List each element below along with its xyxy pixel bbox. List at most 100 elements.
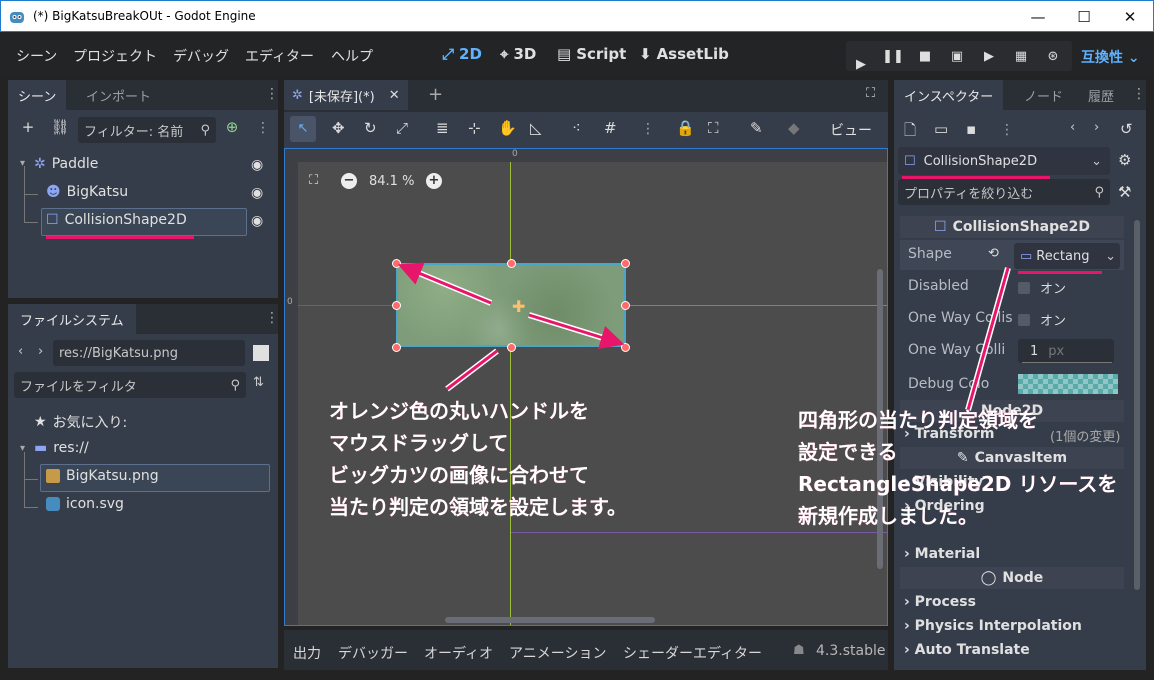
tree-node-paddle[interactable]: ✲ Paddle [34,156,98,172]
close-tab-icon[interactable]: ✕ [389,88,400,103]
camera-override-icon[interactable]: ◆ [788,119,800,137]
toggle-view-icon[interactable] [253,345,269,361]
link-icon[interactable]: ⛓ [50,118,70,136]
dock-menu-icon[interactable]: ⋮ [1132,86,1146,102]
new-resource-icon[interactable]: 🗋 [904,120,916,145]
view-menu-button[interactable]: ビュー [830,120,872,140]
prop-material[interactable]: › Material [904,546,980,562]
stop-icon[interactable]: ■ [912,43,938,69]
visibility-eye-icon[interactable]: ◉ [251,213,263,229]
pan-tool-icon[interactable]: ✋ [498,119,517,137]
mode-script-button[interactable]: ▤ Script [557,45,626,63]
tab-node[interactable]: ノード [1014,80,1073,110]
group-icon[interactable]: ⛶ [708,119,719,137]
sort-icon[interactable]: ⇅ [253,375,264,390]
back-icon[interactable]: ‹ [18,344,23,359]
tab-animation[interactable]: アニメーション [509,643,606,663]
tab-audio[interactable]: オーディオ [424,643,493,663]
forward-icon[interactable]: › [38,344,43,359]
inspector-menu-icon[interactable]: ⋮ [1000,122,1014,138]
play-custom-icon[interactable]: ▦ [1008,43,1034,69]
renderer-select[interactable]: 互換性 ⌄ [1081,47,1140,67]
tree-node-collisionshape2d[interactable]: ☐ CollisionShape2D [46,212,187,228]
section-node[interactable]: ◯ Node [900,567,1124,589]
mode-3d-button[interactable]: ⌖ 3D [500,45,536,63]
save-icon[interactable]: ▪ [966,120,976,138]
history-back-icon[interactable]: ‹ [1070,120,1075,135]
shape-resource-picker[interactable]: ▭ Rectang ⌄ [1014,243,1120,269]
collapse-icon[interactable]: ▾ [20,158,25,169]
path-field[interactable]: res://BigKatsu.png [53,340,245,366]
property-filter-input[interactable]: プロパティを絞り込む ⚲ [898,179,1110,205]
bone-icon[interactable]: ✎ [750,119,763,137]
inspector-scrollbar[interactable] [1134,220,1140,590]
tab-shader-editor[interactable]: シェーダーエディター [623,643,762,663]
scene-menu-icon[interactable]: ⋮ [256,120,270,136]
tab-import[interactable]: インポート [76,80,161,110]
select-tool-icon[interactable]: ↖ [290,116,316,142]
canvas-h-scrollbar[interactable] [445,617,655,623]
folder-res[interactable]: ▬ res:// [34,440,89,456]
object-history-icon[interactable]: ↺ [1120,120,1133,138]
tab-scene[interactable]: シーン [8,80,67,110]
tab-inspector[interactable]: インスペクター [894,80,1004,110]
smart-snap-icon[interactable]: ⁖ [572,119,581,137]
ruler-tool-icon[interactable]: ◺ [530,119,542,137]
menu-project[interactable]: プロジェクト [73,46,157,66]
prop-process[interactable]: › Process [904,594,976,610]
visibility-eye-icon[interactable]: ◉ [251,185,263,201]
menu-debug[interactable]: デバッグ [173,46,229,66]
canvas-viewport[interactable]: 0 0 ⛶ − 84.1 % + ✚ オレンジ色の丸いハンドルを マウスドラッグ… [284,148,888,626]
file-bigkatsu[interactable]: BigKatsu.png [46,468,159,484]
rotate-tool-icon[interactable]: ↻ [364,119,377,137]
scale-tool-icon[interactable]: ⤢ [396,119,408,137]
tab-debugger[interactable]: デバッガー [338,643,408,663]
close-button[interactable]: ✕ [1107,3,1153,31]
section-collisionshape2d[interactable]: ☐ CollisionShape2D [900,216,1124,238]
remote-debug-icon[interactable]: ▣ [944,43,970,69]
play-scene-icon[interactable]: ▶ [976,43,1002,69]
inspector-settings-icon[interactable]: ⚒ [1118,183,1131,201]
grid-snap-icon[interactable]: # [604,119,617,137]
scene-filter-input[interactable]: フィルター: 名前 ⚲ [78,117,216,143]
prop-auto-translate[interactable]: › Auto Translate [904,642,1030,658]
move-tool-icon[interactable]: ✥ [332,119,345,137]
distraction-free-icon[interactable]: ⛶ [866,86,875,101]
mode-assetlib-button[interactable]: ⬇ AssetLib [639,45,729,63]
movie-maker-icon[interactable]: ⊛ [1040,43,1066,69]
mode-2d-button[interactable]: ⤢ 2D [442,45,482,63]
menu-editor[interactable]: エディター [245,46,314,66]
add-node-icon[interactable]: + [18,118,38,136]
play-icon[interactable]: ▶ [848,51,874,77]
oneway-margin-input[interactable]: 1 px [1018,339,1114,363]
history-forward-icon[interactable]: › [1094,120,1099,135]
tab-history[interactable]: 履歴 [1078,80,1124,110]
tree-node-bigkatsu[interactable]: ☻ BigKatsu [46,184,128,200]
debug-color-picker[interactable] [1018,374,1118,394]
dock-menu-icon[interactable]: ⋮ [265,310,279,326]
maximize-button[interactable]: ☐ [1061,3,1107,31]
pivot-tool-icon[interactable]: ⊹ [468,119,481,137]
add-tab-icon[interactable]: + [428,84,443,105]
tab-filesystem[interactable]: ファイルシステム [8,304,136,334]
node-docs-icon[interactable]: ⚙ [1118,151,1131,169]
tab-unsaved-scene[interactable]: ✲ [未保存](*) ✕ [284,80,408,110]
node-selector[interactable]: ☐ CollisionShape2D ⌄ [898,147,1110,175]
menu-scene[interactable]: シーン [16,46,57,66]
instance-scene-icon[interactable]: ⊕ [222,118,242,136]
dock-menu-icon[interactable]: ⋮ [265,86,279,102]
menu-help[interactable]: ヘルプ [331,46,373,66]
list-select-icon[interactable]: ≣ [436,119,449,137]
visibility-eye-icon[interactable]: ◉ [251,157,263,173]
prop-physics-interpolation[interactable]: › Physics Interpolation [904,618,1082,634]
file-icon-svg[interactable]: icon.svg [46,496,124,512]
tab-output[interactable]: 出力 [293,643,321,663]
open-folder-icon[interactable]: ▭ [934,120,948,138]
favorites-item[interactable]: ★ お気に入り: [34,412,127,432]
file-filter-input[interactable]: ファイルをフィルタ ⚲ [14,372,246,398]
pause-icon[interactable]: ❚❚ [880,43,906,69]
snap-options-icon[interactable]: ⋮ [641,121,655,137]
minimize-button[interactable]: — [1015,3,1061,31]
revert-icon[interactable]: ⟲ [988,246,999,261]
lock-icon[interactable]: 🔒 [676,119,695,137]
